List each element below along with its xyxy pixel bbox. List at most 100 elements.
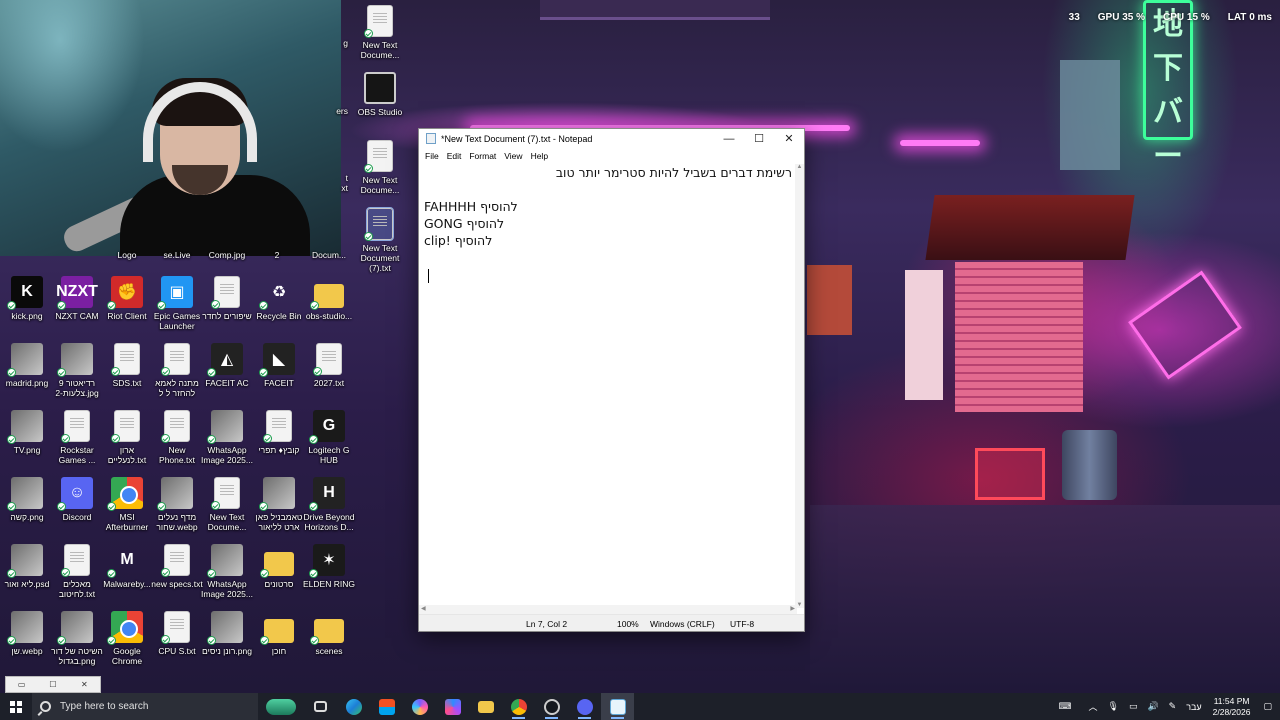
desktop-icon[interactable]: ☺ Discord (50, 477, 104, 522)
desktop-icon[interactable]: Google Chrome (100, 611, 154, 666)
touch-keyboard-icon[interactable]: ⌨ (1058, 701, 1071, 712)
mini-maximize-icon[interactable]: ☐ (37, 680, 68, 689)
desktop-icon-obs-studio[interactable]: OBS Studio (353, 72, 407, 117)
desktop-icon[interactable]: רונן ניסים.png (200, 611, 254, 656)
desktop-icon[interactable]: ארון לנעליים.txt (100, 410, 154, 465)
desktop-icon[interactable]: WhatsApp Image 2025... (200, 410, 254, 465)
desktop-icon[interactable]: ▣ Epic Games Launcher (150, 276, 204, 331)
notifications-icon[interactable]: ▢ (1263, 701, 1272, 712)
pen-icon[interactable]: ✎ (1169, 701, 1177, 712)
desktop-icon-partial[interactable]: g (318, 38, 348, 48)
taskbar-store[interactable] (370, 693, 403, 720)
desktop-icon-partial[interactable]: ers (318, 106, 348, 116)
desktop-icon[interactable]: Rockstar Games ... (50, 410, 104, 465)
taskbar-notepad[interactable] (601, 693, 634, 720)
desktop-icon[interactable]: ליא ואור.psd (0, 544, 54, 589)
taskbar-discord[interactable] (568, 693, 601, 720)
desktop-icon[interactable]: השיטה של דור בגדול.png (50, 611, 104, 666)
desktop-icon[interactable]: טאמבניל פאן ארט לליאור (252, 477, 306, 532)
desktop-icon[interactable]: Logo (100, 250, 154, 260)
desktop-icon[interactable]: new specs.txt (150, 544, 204, 589)
taskbar-edge[interactable] (337, 693, 370, 720)
desktop-icon[interactable]: Comp.jpg (200, 250, 254, 260)
image-icon (7, 477, 43, 511)
desktop-icon[interactable]: ✶ ELDEN RING (302, 544, 356, 589)
start-button[interactable] (0, 693, 32, 720)
desktop-icon[interactable]: קשה.png (0, 477, 54, 522)
desktop-icon[interactable]: G Logitech G HUB (302, 410, 356, 465)
desktop-icon[interactable]: מתנה לאמא להחזר ל ל (150, 343, 204, 398)
menu-help[interactable]: Help (527, 151, 552, 161)
taskbar-search[interactable]: Type here to search (32, 693, 258, 720)
desktop-icon[interactable]: H Drive Beyond Horizons D... (302, 477, 356, 532)
notepad-text-area[interactable]: רשימת דברים בשביל להיות סטרימר יותר טוב … (419, 164, 797, 604)
desktop-icon[interactable]: obs-studio... (302, 276, 356, 321)
desktop-icon-partial[interactable]: t (318, 173, 348, 183)
scroll-left-icon[interactable]: ◀ (421, 605, 426, 614)
desktop-icon-new-text-document[interactable]: New Text Docume... (353, 5, 407, 60)
minimize-button[interactable]: — (714, 129, 744, 148)
desktop-icon[interactable]: CPU S.txt (150, 611, 204, 656)
desktop-icon[interactable]: madrid.png (0, 343, 54, 388)
desktop-icon-partial[interactable]: xt (318, 183, 348, 193)
horizontal-scrollbar[interactable]: ◀ ▶ (419, 605, 797, 614)
desktop-icon[interactable]: ◭ FACEIT AC (200, 343, 254, 388)
mini-window-controls[interactable]: ▭ ☐ ✕ (5, 676, 101, 693)
clock[interactable]: 11:54 PM 2/28/2026 (1213, 696, 1251, 718)
desktop-icon[interactable]: ✊ Riot Client (100, 276, 154, 321)
taskbar-steam[interactable] (535, 693, 568, 720)
desktop-icon[interactable]: חוכן (252, 611, 306, 656)
taskbar-task-view[interactable] (304, 693, 337, 720)
desktop-icon[interactable]: New Text Docume... (200, 477, 254, 532)
desktop-icon[interactable]: WhatsApp Image 2025... (200, 544, 254, 599)
menu-view[interactable]: View (500, 151, 526, 161)
desktop-icon-label: השיטה של דור בגדול.png (51, 646, 103, 666)
notepad-window[interactable]: *New Text Document (7).txt - Notepad — ☐… (418, 128, 805, 632)
desktop-icon[interactable]: רדיאטור 9 צלעות-2.jpg (50, 343, 104, 398)
taskbar-file-explorer[interactable] (469, 693, 502, 720)
maximize-button[interactable]: ☐ (744, 129, 774, 148)
desktop-icon[interactable]: מדף נעלים שחור.webp (150, 477, 204, 532)
taskbar-copilot[interactable] (403, 693, 436, 720)
desktop-icon[interactable]: NZXT NZXT CAM (50, 276, 104, 321)
taskbar-chrome[interactable] (502, 693, 535, 720)
microphone-icon[interactable]: 🎙 (1108, 701, 1119, 712)
desktop-icon[interactable]: שן.webp (0, 611, 54, 656)
taskbar-photos[interactable] (436, 693, 469, 720)
notepad-titlebar[interactable]: *New Text Document (7).txt - Notepad — ☐… (419, 129, 804, 148)
menu-format[interactable]: Format (465, 151, 500, 161)
show-hidden-icons-chevron-up-icon[interactable]: ︿ (1088, 700, 1097, 713)
desktop-icon[interactable]: M Malwareby... (100, 544, 154, 589)
desktop-icon[interactable]: TV.png (0, 410, 54, 455)
scroll-up-icon[interactable]: ▲ (795, 164, 804, 170)
desktop-icon[interactable]: MSI Afterburner (100, 477, 154, 532)
volume-icon[interactable]: 🔊 (1147, 701, 1158, 712)
desktop-icon[interactable]: קובץ♦ תפרי (252, 410, 306, 455)
desktop-icon[interactable]: מאכלים לחיטוב.txt (50, 544, 104, 599)
desktop-icon[interactable]: ♻ Recycle Bin (252, 276, 306, 321)
desktop-icon-label: WhatsApp Image 2025... (201, 445, 253, 465)
desktop-icon[interactable]: Kkick.png (0, 276, 54, 321)
desktop-icon[interactable]: se.Live (150, 250, 204, 260)
desktop-icon[interactable]: ◣ FACEIT (252, 343, 306, 388)
menu-edit[interactable]: Edit (443, 151, 466, 161)
mini-restore-icon[interactable]: ▭ (6, 680, 37, 689)
desktop-icon[interactable]: שיפורים לחדר (200, 276, 254, 321)
input-language[interactable]: עבר (1186, 702, 1201, 712)
vertical-scrollbar[interactable]: ▲ ▼ (795, 164, 804, 608)
desktop-icon[interactable]: 2027.txt (302, 343, 356, 388)
desktop-icon[interactable]: SDS.txt (100, 343, 154, 388)
weather-widget[interactable] (258, 693, 304, 720)
desktop-icon[interactable]: Docum... (302, 250, 356, 260)
desktop-icon[interactable]: scenes (302, 611, 356, 656)
scroll-right-icon[interactable]: ▶ (790, 605, 795, 614)
desktop-icon[interactable]: New Phone.txt (150, 410, 204, 465)
mini-close-icon[interactable]: ✕ (69, 680, 100, 689)
network-icon[interactable]: ▭ (1129, 701, 1138, 712)
desktop-icon[interactable]: 2 (250, 250, 304, 260)
close-button[interactable]: ✕ (774, 129, 804, 148)
menu-file[interactable]: File (421, 151, 443, 161)
desktop-icon-new-text-document[interactable]: New Text Docume... (353, 140, 407, 195)
desktop-icon[interactable]: סרטונים (252, 544, 306, 589)
desktop-icon-new-text-document-7[interactable]: New Text Document (7).txt (353, 207, 407, 273)
